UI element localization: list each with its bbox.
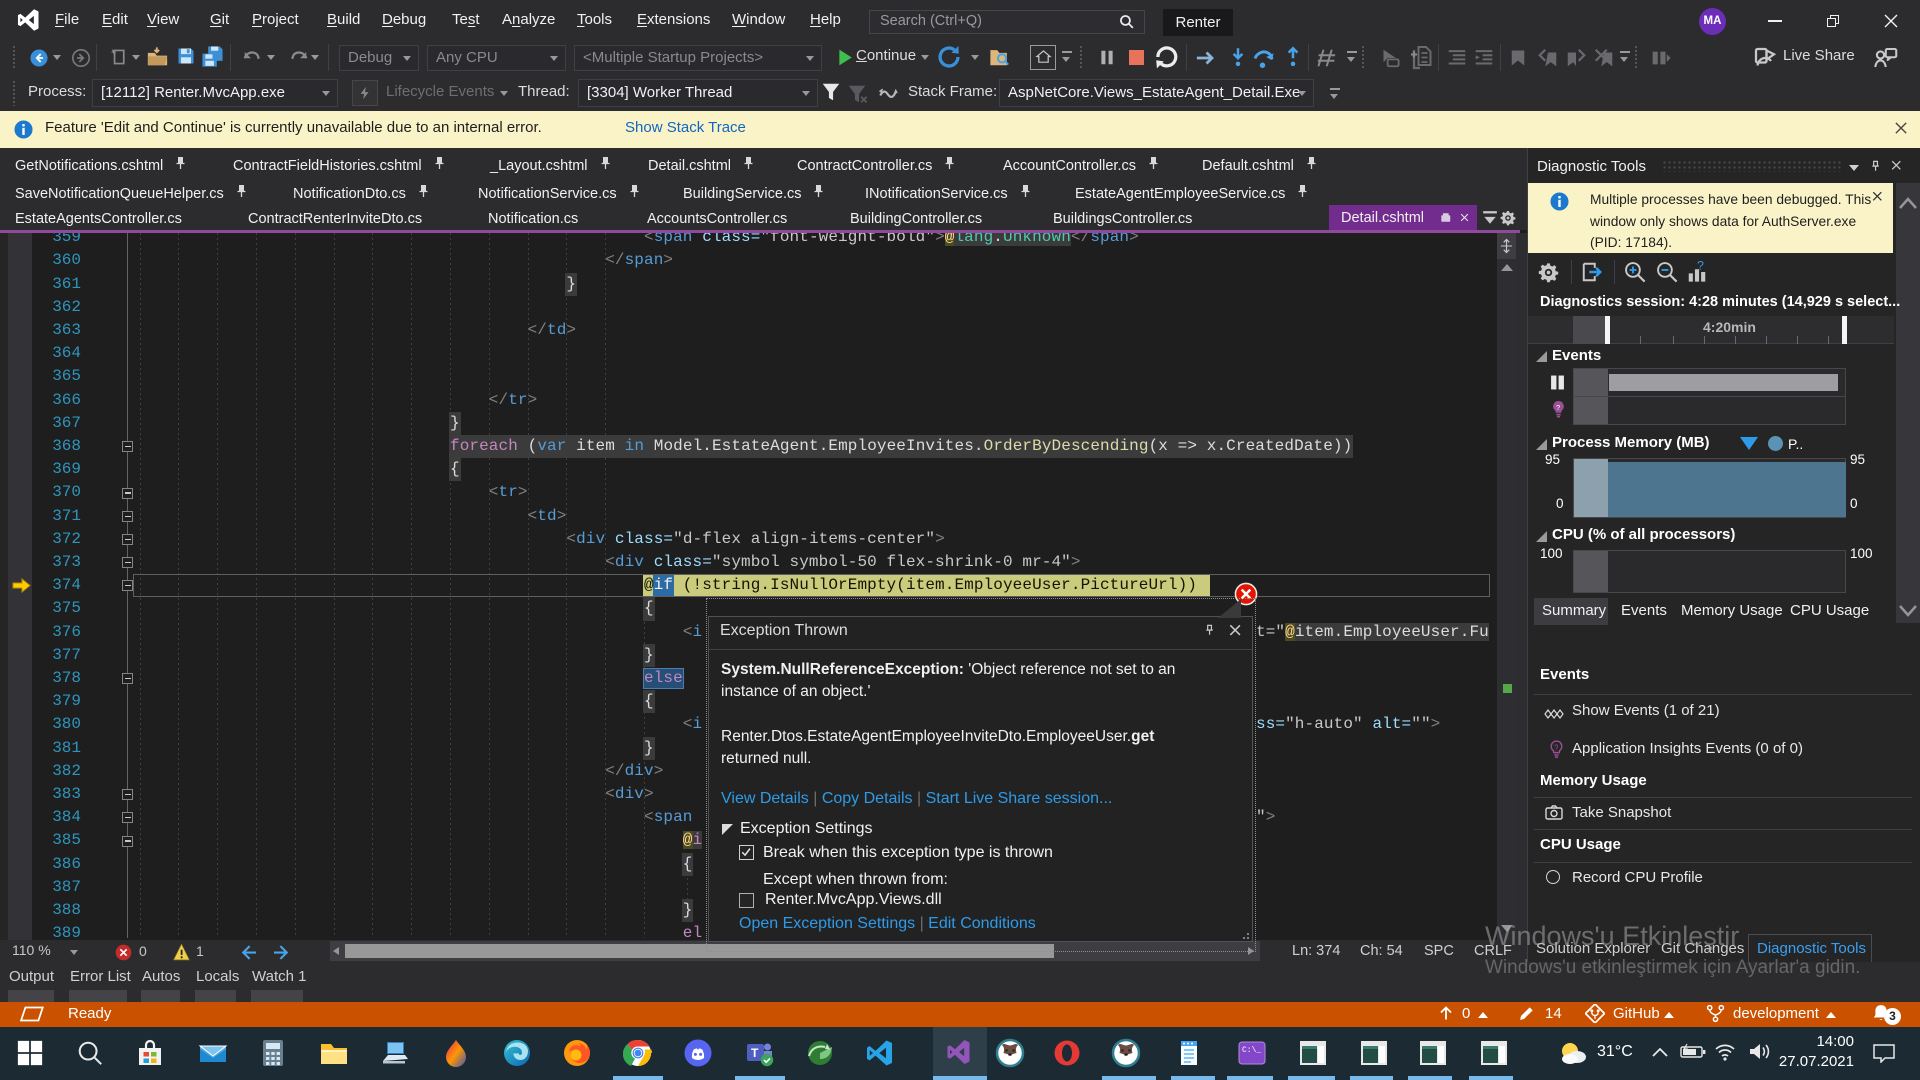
svg-text:?: ? (1554, 744, 1559, 753)
svg-text:T: T (751, 1046, 759, 1060)
svg-text:?: ? (1697, 261, 1704, 272)
svg-text:?: ? (1556, 403, 1560, 412)
svg-text:C:\_: C:\_ (1242, 1046, 1261, 1055)
